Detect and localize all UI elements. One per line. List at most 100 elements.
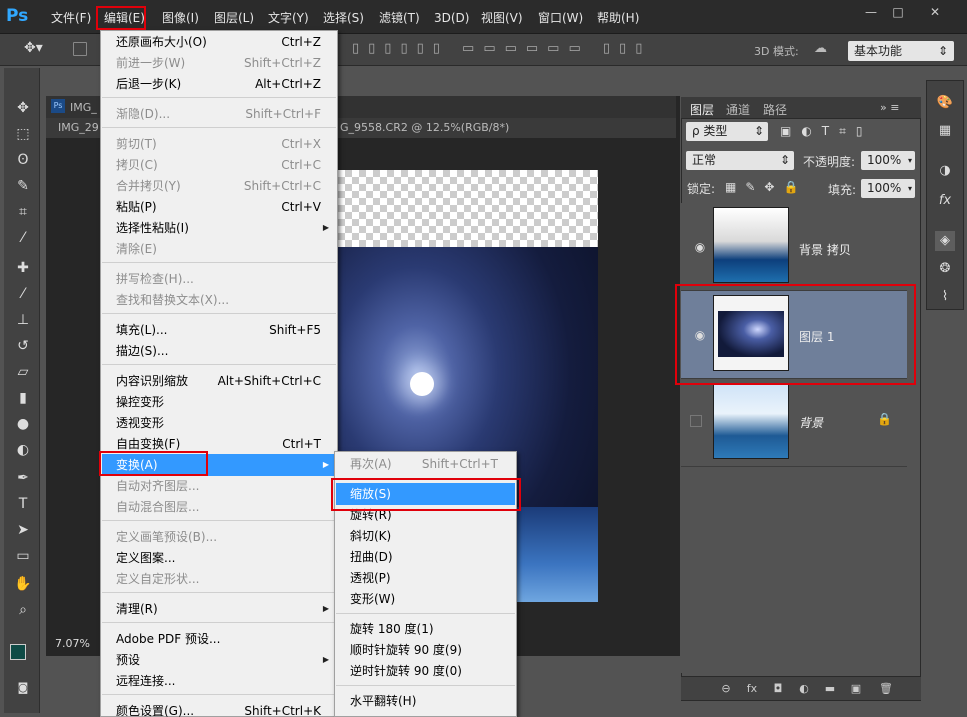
menu-type[interactable]: 文字(Y): [268, 9, 309, 27]
menu-item-define-pattern[interactable]: 定义图案...: [116, 548, 175, 568]
menu-item-presets[interactable]: 预设: [116, 650, 140, 670]
hand-tool-icon[interactable]: ✋: [13, 574, 33, 594]
layers-panel-icon[interactable]: ◈: [935, 231, 955, 251]
brush-tool-icon[interactable]: ⁄: [13, 284, 33, 304]
panel-menu-icon[interactable]: » ≡: [880, 101, 899, 114]
menu-item-puppet-warp[interactable]: 操控变形: [116, 392, 164, 412]
move-tool-preset-icon[interactable]: ✥▾: [24, 40, 43, 56]
menu-view[interactable]: 视图(V): [481, 9, 523, 27]
blur-tool-icon[interactable]: ●: [13, 414, 33, 434]
menu-item-clear[interactable]: 清除(E): [116, 239, 157, 259]
tab-channels[interactable]: 通道: [726, 101, 750, 119]
menu-item-step-backward[interactable]: 后退一步(K): [116, 74, 181, 94]
adjustment-layer-icon[interactable]: ◐: [797, 682, 811, 696]
move-tool-icon[interactable]: ✥: [13, 98, 33, 118]
layer-row-background-copy[interactable]: ◉ 背景 拷贝: [681, 203, 907, 291]
menu-item-undo[interactable]: 还原画布大小(O): [116, 32, 207, 52]
healing-brush-icon[interactable]: ✚: [13, 258, 33, 278]
menu-item-remote-connections[interactable]: 远程连接...: [116, 671, 175, 691]
quick-mask-icon[interactable]: ◙: [13, 678, 33, 698]
submenu-item-flip-horizontal[interactable]: 水平翻转(H): [350, 691, 416, 711]
submenu-item-rotate-cw[interactable]: 顺时针旋转 90 度(9): [350, 640, 462, 660]
menu-layer[interactable]: 图层(L): [214, 9, 254, 27]
dodge-tool-icon[interactable]: ◐: [13, 440, 33, 460]
swatches-panel-icon[interactable]: ▦: [935, 121, 955, 141]
menu-select[interactable]: 选择(S): [323, 9, 364, 27]
layer-row-background[interactable]: 背景 🔒: [681, 379, 907, 467]
menu-window[interactable]: 窗口(W): [538, 9, 583, 27]
menu-item-paste[interactable]: 粘贴(P): [116, 197, 157, 217]
menu-item-step-forward[interactable]: 前进一步(W): [116, 53, 185, 73]
menu-item-copy[interactable]: 拷贝(C): [116, 155, 158, 175]
visibility-empty-box[interactable]: [690, 415, 702, 427]
color-panel-icon[interactable]: 🎨: [935, 93, 955, 113]
menu-help[interactable]: 帮助(H): [597, 9, 639, 27]
link-layers-icon[interactable]: ⊖: [719, 682, 733, 696]
submenu-item-distort[interactable]: 扭曲(D): [350, 547, 393, 567]
menu-item-spell-check[interactable]: 拼写检查(H)...: [116, 269, 194, 289]
marquee-tool-icon[interactable]: ⬚: [13, 124, 33, 144]
zoom-level[interactable]: 7.07%: [55, 637, 90, 650]
new-group-icon[interactable]: ▬: [823, 682, 837, 696]
submenu-item-rotate-180[interactable]: 旋转 180 度(1): [350, 619, 434, 639]
opacity-input[interactable]: 100% ▾: [861, 151, 915, 170]
rectangle-tool-icon[interactable]: ▭: [13, 546, 33, 566]
doc-tab-left[interactable]: IMG_29: [58, 119, 99, 137]
menu-item-stroke[interactable]: 描边(S)...: [116, 341, 168, 361]
eraser-tool-icon[interactable]: ▱: [13, 362, 33, 382]
foreground-color-swatch[interactable]: [10, 644, 26, 660]
zoom-tool-icon[interactable]: ⌕: [13, 600, 33, 620]
quick-select-tool-icon[interactable]: ✎: [13, 176, 33, 196]
menu-item-find-replace[interactable]: 查找和替换文本(X)...: [116, 290, 229, 310]
fill-input[interactable]: 100% ▾: [861, 179, 915, 198]
adjustments-panel-icon[interactable]: ◑: [935, 161, 955, 181]
menu-item-content-aware-scale[interactable]: 内容识别缩放: [116, 371, 188, 391]
submenu-item-again[interactable]: 再次(A): [350, 454, 392, 474]
doc-tab-right[interactable]: G_9558.CR2 @ 12.5%(RGB/8*): [340, 119, 509, 137]
maximize-button[interactable]: □: [887, 4, 909, 20]
layer-style-icon[interactable]: fx: [745, 682, 759, 696]
menu-item-copy-merged[interactable]: 合并拷贝(Y): [116, 176, 181, 196]
menu-file[interactable]: 文件(F): [51, 9, 91, 27]
workspace-select[interactable]: 基本功能 ⇕: [848, 41, 954, 61]
add-mask-icon[interactable]: ◘: [771, 682, 785, 696]
menu-item-pdf-presets[interactable]: Adobe PDF 预设...: [116, 629, 220, 649]
menu-item-color-settings[interactable]: 颜色设置(G)...: [116, 701, 194, 717]
close-button[interactable]: ✕: [924, 4, 946, 20]
new-layer-icon[interactable]: ▣: [849, 682, 863, 696]
type-tool-icon[interactable]: T: [13, 494, 33, 514]
menu-item-auto-align[interactable]: 自动对齐图层...: [116, 476, 199, 496]
styles-panel-icon[interactable]: fx: [935, 191, 955, 211]
layer-filter-select[interactable]: ρ 类型 ⇕: [686, 122, 768, 141]
menu-item-cut[interactable]: 剪切(T): [116, 134, 157, 154]
tab-layers[interactable]: 图层: [690, 101, 714, 119]
path-select-icon[interactable]: ➤: [13, 520, 33, 540]
document-title[interactable]: IMG_: [70, 99, 97, 117]
minimize-button[interactable]: —: [860, 4, 882, 20]
menu-item-perspective-warp[interactable]: 透视变形: [116, 413, 164, 433]
submenu-item-warp[interactable]: 变形(W): [350, 589, 395, 609]
blend-mode-select[interactable]: 正常 ⇕: [686, 151, 794, 170]
submenu-item-rotate-ccw[interactable]: 逆时针旋转 90 度(0): [350, 661, 462, 681]
menu-item-auto-blend[interactable]: 自动混合图层...: [116, 497, 199, 517]
eyedropper-tool-icon[interactable]: ⁄: [13, 228, 33, 248]
tab-paths[interactable]: 路径: [763, 101, 787, 119]
history-brush-icon[interactable]: ↺: [13, 336, 33, 356]
menu-item-fill[interactable]: 填充(L)...: [116, 320, 168, 340]
layer-name[interactable]: 背景 拷贝: [799, 241, 851, 258]
auto-select-checkbox[interactable]: [73, 42, 87, 56]
menu-3d[interactable]: 3D(D): [434, 9, 469, 27]
delete-layer-icon[interactable]: 🗑: [879, 682, 893, 696]
visibility-eye-icon[interactable]: ◉: [693, 240, 707, 254]
menu-item-define-brush[interactable]: 定义画笔预设(B)...: [116, 527, 217, 547]
3d-mode-icons[interactable]: ☁: [814, 41, 827, 56]
lasso-tool-icon[interactable]: ʘ: [13, 150, 33, 170]
menu-filter[interactable]: 滤镜(T): [379, 9, 420, 27]
submenu-item-perspective[interactable]: 透视(P): [350, 568, 391, 588]
filter-icons[interactable]: ▣◐T⌗▯: [780, 124, 873, 139]
menu-item-define-shape[interactable]: 定义自定形状...: [116, 569, 199, 589]
pen-tool-icon[interactable]: ✒: [13, 468, 33, 488]
submenu-item-skew[interactable]: 斜切(K): [350, 526, 391, 546]
menu-item-purge[interactable]: 清理(R): [116, 599, 158, 619]
clone-stamp-icon[interactable]: ⊥: [13, 310, 33, 330]
